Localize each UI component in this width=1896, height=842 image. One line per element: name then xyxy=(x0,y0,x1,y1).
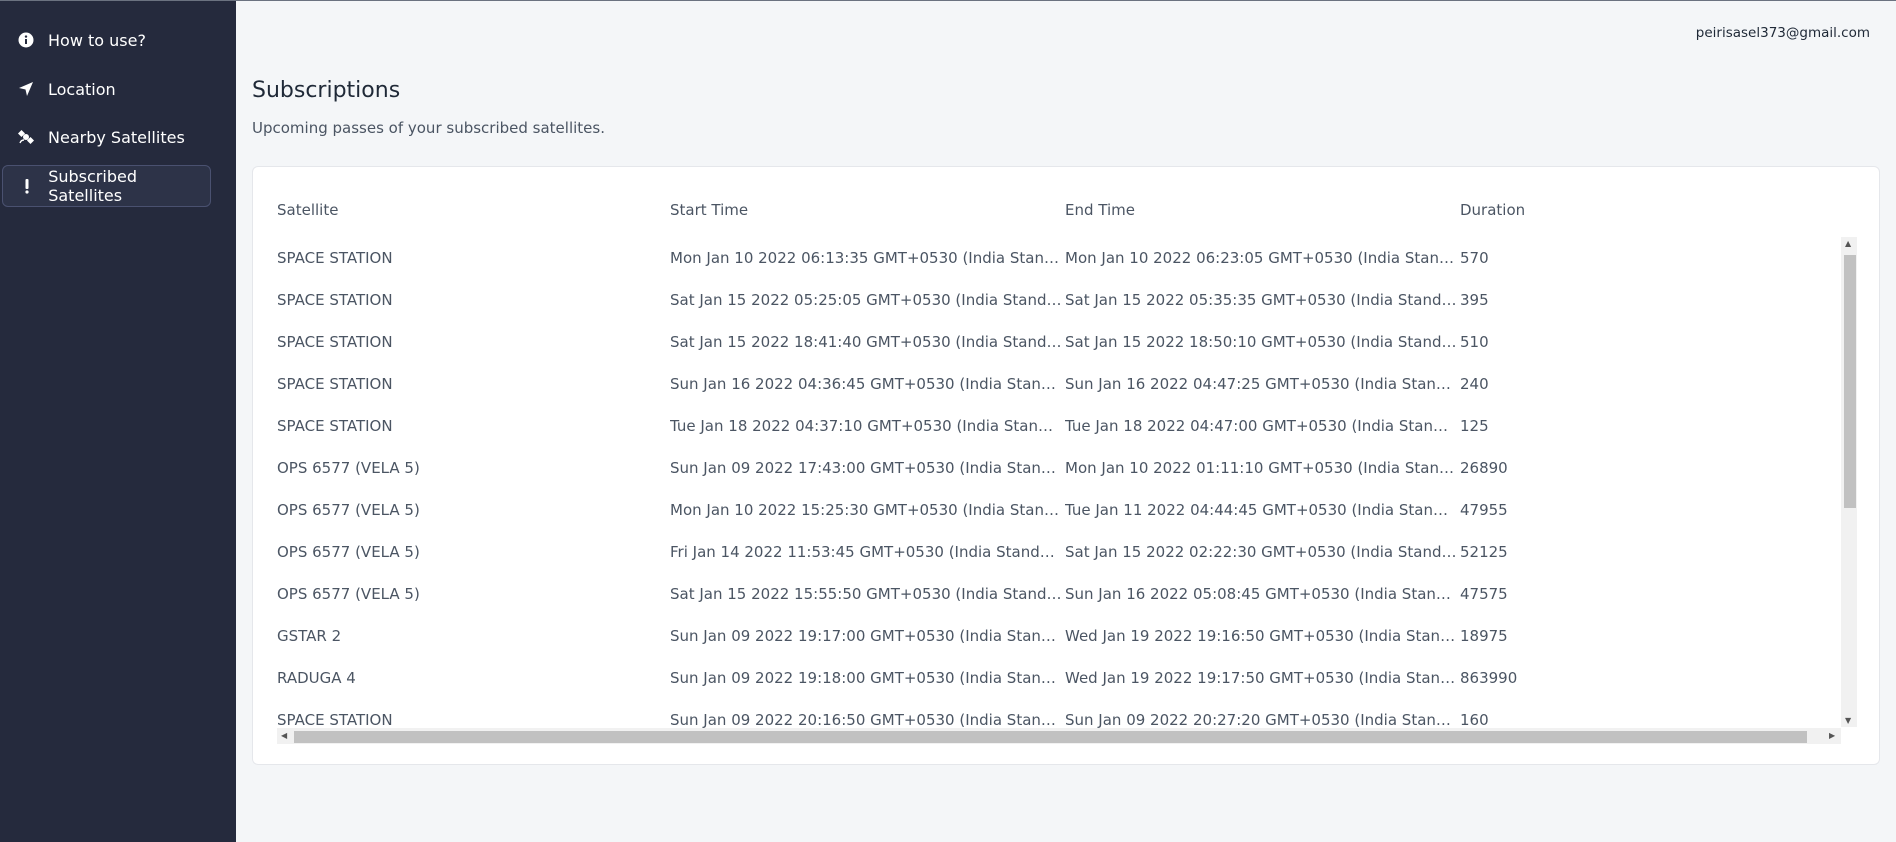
horizontal-scrollbar[interactable]: ◀ ▶ xyxy=(277,728,1841,744)
cell-duration: 395 xyxy=(1460,291,1489,309)
page-title: Subscriptions xyxy=(252,78,401,103)
vertical-scrollbar-thumb[interactable] xyxy=(1844,255,1856,508)
cell-duration: 160 xyxy=(1460,711,1489,729)
table-row[interactable]: OPS 6577 (VELA 5) Mon Jan 10 2022 15:25:3… xyxy=(277,489,1837,531)
cell-satellite: SPACE STATION xyxy=(277,333,393,351)
cell-satellite: SPACE STATION xyxy=(277,375,393,393)
cell-duration: 125 xyxy=(1460,417,1489,435)
column-header-end-time: End Time xyxy=(1065,201,1135,219)
page-subtitle: Upcoming passes of your subscribed satel… xyxy=(252,119,605,137)
cell-duration: 47955 xyxy=(1460,501,1508,519)
cell-end-time: Mon Jan 10 2022 01:11:10 GMT+0530 (India… xyxy=(1065,459,1457,477)
column-header-satellite: Satellite xyxy=(277,201,339,219)
sidebar-item-label: How to use? xyxy=(48,30,146,50)
cell-end-time: Sun Jan 16 2022 04:47:25 GMT+0530 (India… xyxy=(1065,375,1457,393)
cell-start-time: Tue Jan 18 2022 04:37:10 GMT+0530 (India… xyxy=(670,417,1062,435)
cell-satellite: OPS 6577 (VELA 5) xyxy=(277,501,420,519)
cell-end-time: Wed Jan 19 2022 19:16:50 GMT+0530 (India… xyxy=(1065,627,1457,645)
cell-satellite: SPACE STATION xyxy=(277,249,393,267)
table-row[interactable]: OPS 6577 (VELA 5) Sat Jan 15 2022 15:55:5… xyxy=(277,573,1837,615)
table-row[interactable]: RADUGA 4 Sun Jan 09 2022 19:18:00 GMT+053… xyxy=(277,657,1837,699)
cell-satellite: RADUGA 4 xyxy=(277,669,356,687)
cell-end-time: Sun Jan 16 2022 05:08:45 GMT+0530 (India… xyxy=(1065,585,1457,603)
cell-duration: 52125 xyxy=(1460,543,1508,561)
subscriptions-table-card: Satellite Start Time End Time Duration S… xyxy=(252,166,1880,765)
cell-satellite: SPACE STATION xyxy=(277,711,393,729)
sidebar-item-label: Location xyxy=(48,79,116,99)
cell-end-time: Tue Jan 18 2022 04:47:00 GMT+0530 (India… xyxy=(1065,417,1457,435)
table-row[interactable]: SPACE STATION Sat Jan 15 2022 18:41:40 GM… xyxy=(277,321,1837,363)
cell-start-time: Mon Jan 10 2022 15:25:30 GMT+0530 (India… xyxy=(670,501,1062,519)
window-top-border xyxy=(0,0,1896,1)
cell-end-time: Sat Jan 15 2022 02:22:30 GMT+0530 (India… xyxy=(1065,543,1457,561)
scroll-up-arrow-icon[interactable]: ▲ xyxy=(1845,240,1851,248)
cell-duration: 863990 xyxy=(1460,669,1518,687)
cell-satellite: SPACE STATION xyxy=(277,291,393,309)
cell-satellite: SPACE STATION xyxy=(277,417,393,435)
table-row[interactable]: GSTAR 2 Sun Jan 09 2022 19:17:00 GMT+0530… xyxy=(277,615,1837,657)
cell-end-time: Sun Jan 09 2022 20:27:20 GMT+0530 (India… xyxy=(1065,711,1457,729)
cell-start-time: Sun Jan 09 2022 20:16:50 GMT+0530 (India… xyxy=(670,711,1062,729)
cell-start-time: Sun Jan 09 2022 19:18:00 GMT+0530 (India… xyxy=(670,669,1062,687)
table-row[interactable]: SPACE STATION Sun Jan 09 2022 20:16:50 GM… xyxy=(277,699,1837,729)
cell-duration: 47575 xyxy=(1460,585,1508,603)
sidebar-item-label: Nearby Satellites xyxy=(48,127,185,147)
location-arrow-icon xyxy=(15,78,37,100)
cell-satellite: GSTAR 2 xyxy=(277,627,342,645)
vertical-scrollbar[interactable]: ▲ ▼ xyxy=(1841,237,1857,727)
scroll-left-arrow-icon[interactable]: ◀ xyxy=(281,732,287,740)
cell-satellite: OPS 6577 (VELA 5) xyxy=(277,585,420,603)
table-row[interactable]: SPACE STATION Tue Jan 18 2022 04:37:10 GM… xyxy=(277,405,1837,447)
user-email[interactable]: peirisasel373@gmail.com xyxy=(1696,25,1870,41)
cell-duration: 570 xyxy=(1460,249,1489,267)
cell-start-time: Sat Jan 15 2022 15:55:50 GMT+0530 (India… xyxy=(670,585,1062,603)
cell-satellite: OPS 6577 (VELA 5) xyxy=(277,543,420,561)
sidebar-item-how-to-use[interactable]: How to use? xyxy=(2,19,211,61)
exclamation-icon xyxy=(16,175,37,197)
cell-duration: 510 xyxy=(1460,333,1489,351)
horizontal-scrollbar-thumb[interactable] xyxy=(294,731,1807,743)
cell-end-time: Mon Jan 10 2022 06:23:05 GMT+0530 (India… xyxy=(1065,249,1457,267)
table-body[interactable]: SPACE STATION Mon Jan 10 2022 06:13:35 GM… xyxy=(277,237,1847,729)
cell-end-time: Wed Jan 19 2022 19:17:50 GMT+0530 (India… xyxy=(1065,669,1457,687)
cell-duration: 26890 xyxy=(1460,459,1508,477)
cell-duration: 240 xyxy=(1460,375,1489,393)
cell-duration: 18975 xyxy=(1460,627,1508,645)
table-row[interactable]: SPACE STATION Mon Jan 10 2022 06:13:35 GM… xyxy=(277,237,1837,279)
table-row[interactable]: SPACE STATION Sun Jan 16 2022 04:36:45 GM… xyxy=(277,363,1837,405)
cell-start-time: Sun Jan 09 2022 19:17:00 GMT+0530 (India… xyxy=(670,627,1062,645)
table-row[interactable]: SPACE STATION Sat Jan 15 2022 05:25:05 GM… xyxy=(277,279,1837,321)
cell-end-time: Tue Jan 11 2022 04:44:45 GMT+0530 (India… xyxy=(1065,501,1457,519)
satellite-icon xyxy=(15,126,37,148)
table-row[interactable]: OPS 6577 (VELA 5) Fri Jan 14 2022 11:53:4… xyxy=(277,531,1837,573)
column-header-duration: Duration xyxy=(1460,201,1526,219)
column-header-start-time: Start Time xyxy=(670,201,749,219)
sidebar-item-subscribed-satellites[interactable]: Subscribed Satellites xyxy=(2,165,211,207)
cell-start-time: Sat Jan 15 2022 05:25:05 GMT+0530 (India… xyxy=(670,291,1062,309)
cell-start-time: Sun Jan 09 2022 17:43:00 GMT+0530 (India… xyxy=(670,459,1062,477)
sidebar-item-label: Subscribed Satellites xyxy=(48,167,137,205)
table-row[interactable]: OPS 6577 (VELA 5) Sun Jan 09 2022 17:43:0… xyxy=(277,447,1837,489)
info-circle-icon xyxy=(15,29,37,51)
sidebar-item-location[interactable]: Location xyxy=(2,68,211,110)
sidebar: How to use? Location Nearby Satellites S… xyxy=(0,1,236,842)
cell-end-time: Sat Jan 15 2022 05:35:35 GMT+0530 (India… xyxy=(1065,291,1457,309)
cell-start-time: Fri Jan 14 2022 11:53:45 GMT+0530 (India… xyxy=(670,543,1062,561)
cell-satellite: OPS 6577 (VELA 5) xyxy=(277,459,420,477)
cell-end-time: Sat Jan 15 2022 18:50:10 GMT+0530 (India… xyxy=(1065,333,1457,351)
scroll-down-arrow-icon[interactable]: ▼ xyxy=(1845,717,1851,725)
scroll-right-arrow-icon[interactable]: ▶ xyxy=(1829,732,1835,740)
cell-start-time: Sun Jan 16 2022 04:36:45 GMT+0530 (India… xyxy=(670,375,1062,393)
sidebar-item-nearby-satellites[interactable]: Nearby Satellites xyxy=(2,116,211,158)
cell-start-time: Mon Jan 10 2022 06:13:35 GMT+0530 (India… xyxy=(670,249,1062,267)
cell-start-time: Sat Jan 15 2022 18:41:40 GMT+0530 (India… xyxy=(670,333,1062,351)
